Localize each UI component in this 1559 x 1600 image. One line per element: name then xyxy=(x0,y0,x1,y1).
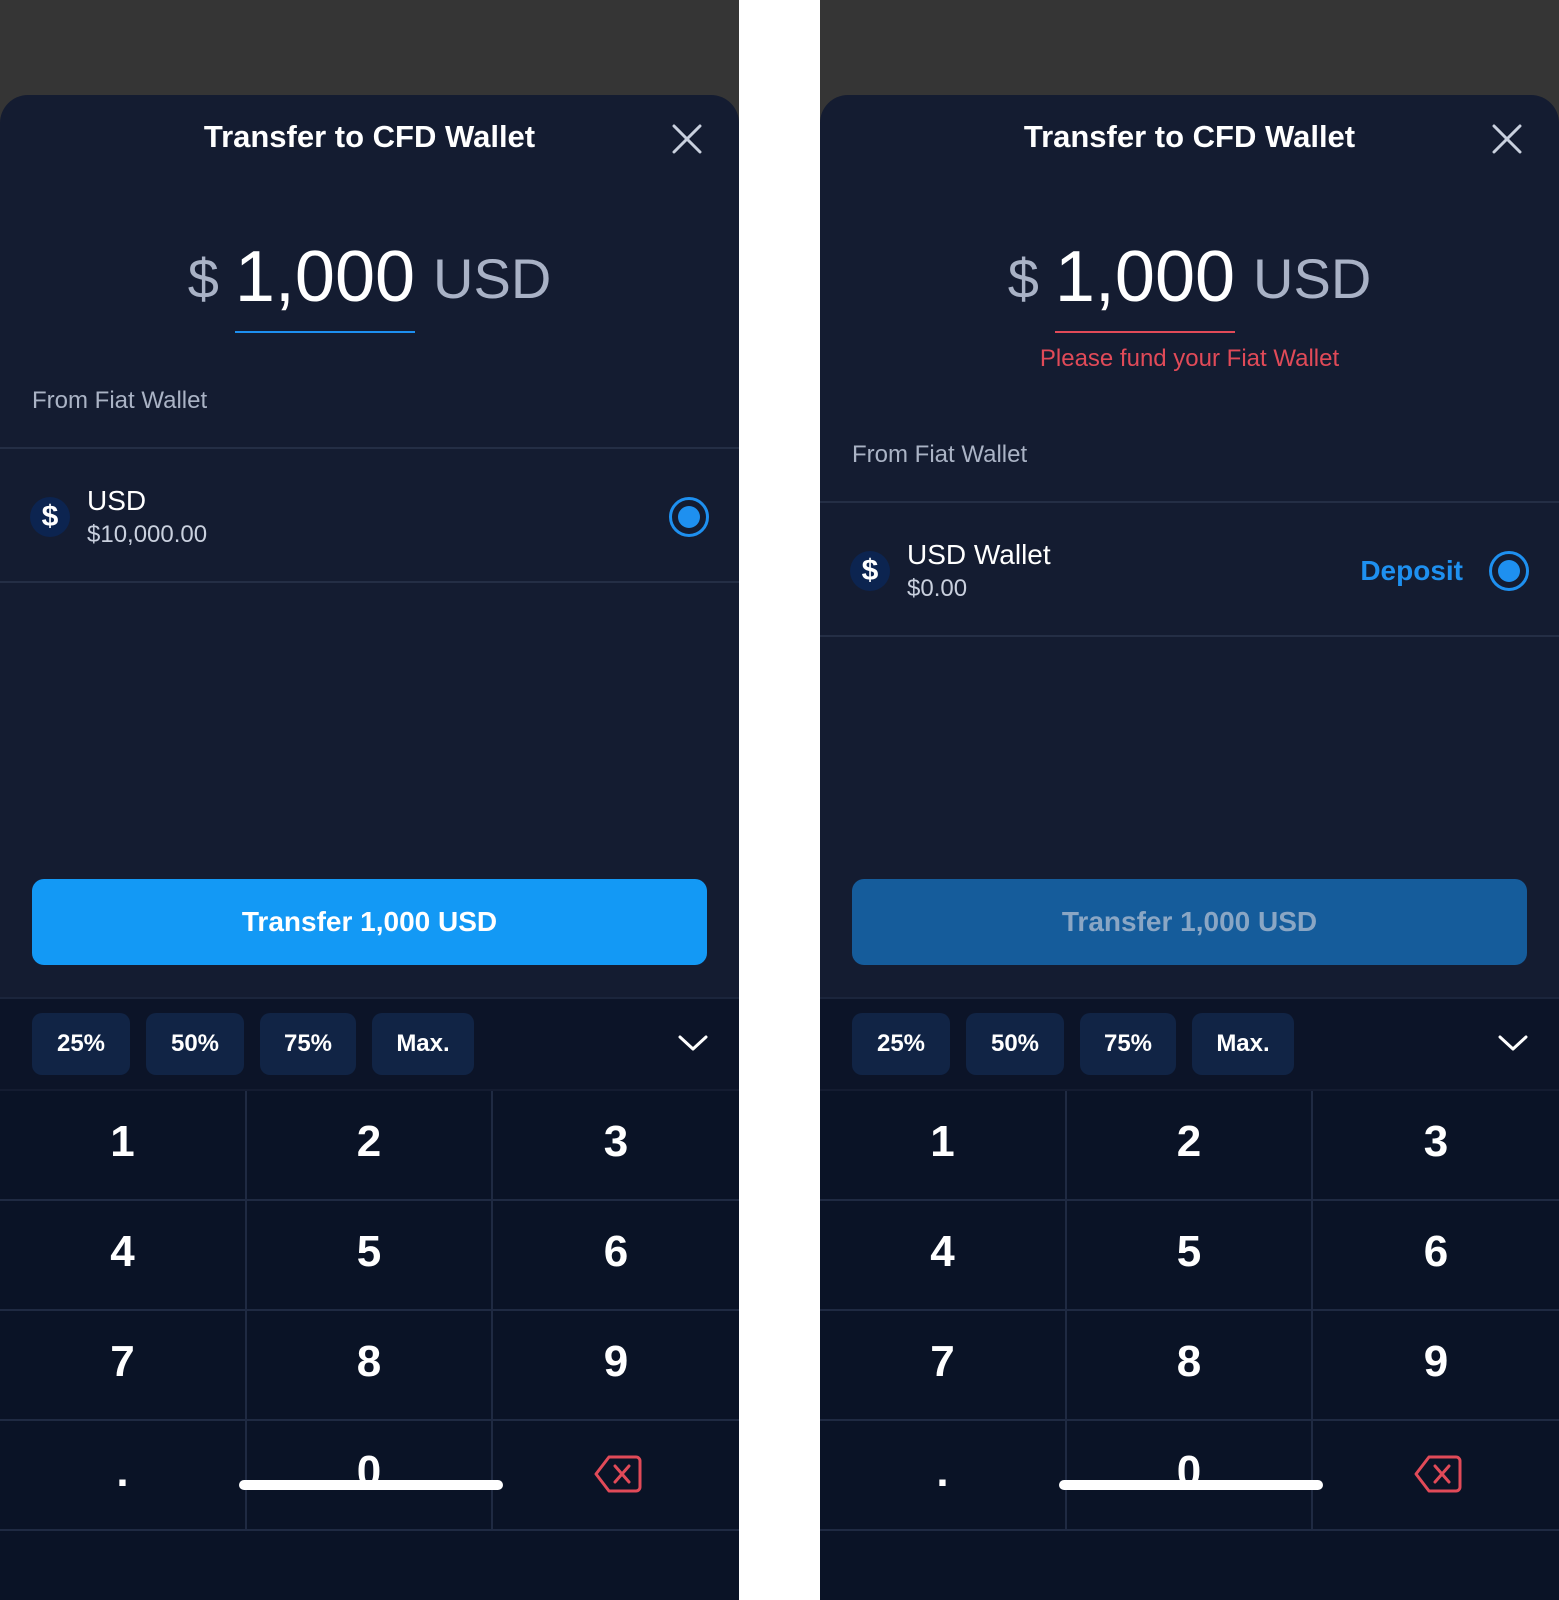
chevron-down-icon[interactable] xyxy=(677,1027,709,1059)
screenshot: Transfer to CFD Wallet $ 1,000 USD From … xyxy=(0,0,1559,1600)
numeric-keypad: 1 2 3 4 5 6 7 8 9 . 0 xyxy=(0,1091,739,1531)
key-3[interactable]: 3 xyxy=(1313,1117,1559,1167)
amount-unit: USD xyxy=(433,247,552,310)
key-1[interactable]: 1 xyxy=(0,1117,245,1167)
radio-dot xyxy=(678,506,700,528)
divider xyxy=(0,581,739,583)
quick-50-button[interactable]: 50% xyxy=(966,1013,1064,1075)
numeric-keypad: 1 2 3 4 5 6 7 8 9 . 0 xyxy=(820,1091,1559,1531)
phone-screen-left: Transfer to CFD Wallet $ 1,000 USD From … xyxy=(0,0,739,1600)
transfer-button[interactable]: Transfer 1,000 USD xyxy=(32,879,707,965)
keypad-divider xyxy=(820,1309,1559,1311)
quick-75-button[interactable]: 75% xyxy=(1080,1013,1176,1075)
key-6[interactable]: 6 xyxy=(1313,1227,1559,1277)
amount-display[interactable]: $ 1,000 USD xyxy=(0,235,739,333)
key-7[interactable]: 7 xyxy=(0,1337,245,1387)
backspace-icon[interactable] xyxy=(1414,1453,1462,1495)
key-3[interactable]: 3 xyxy=(493,1117,739,1167)
currency-symbol: $ xyxy=(1007,247,1039,310)
wallet-radio[interactable] xyxy=(669,497,709,537)
amount-underline-error xyxy=(1054,331,1236,333)
dollar-icon: $ xyxy=(850,551,890,591)
chevron-down-icon[interactable] xyxy=(1497,1027,1529,1059)
error-message: Please fund your Fiat Wallet xyxy=(1039,345,1340,372)
keypad-divider xyxy=(820,1199,1559,1201)
section-label: From Fiat Wallet xyxy=(852,441,1028,468)
sheet-title: Transfer to CFD Wallet xyxy=(1023,119,1356,154)
key-1[interactable]: 1 xyxy=(820,1117,1065,1167)
key-decimal[interactable]: . xyxy=(820,1447,1065,1497)
amount-display[interactable]: $ 1,000 USD xyxy=(820,235,1559,333)
quick-amount-bar: 25% 50% 75% Max. xyxy=(820,997,1559,1089)
keypad-divider xyxy=(820,1419,1559,1421)
quick-max-button[interactable]: Max. xyxy=(1192,1013,1294,1075)
home-indicator[interactable] xyxy=(239,1480,503,1490)
transfer-sheet: Transfer to CFD Wallet $ 1,000 USD From … xyxy=(0,95,739,1600)
wallet-option-usd[interactable]: $ USD Wallet $0.00 Deposit xyxy=(820,503,1559,635)
key-4[interactable]: 4 xyxy=(820,1227,1065,1277)
key-7[interactable]: 7 xyxy=(820,1337,1065,1387)
backspace-icon[interactable] xyxy=(594,1453,642,1495)
wallet-balance: $0.00 xyxy=(907,575,968,602)
quick-25-button[interactable]: 25% xyxy=(852,1013,950,1075)
home-area xyxy=(0,1531,739,1600)
keypad-divider xyxy=(0,1419,739,1421)
key-4[interactable]: 4 xyxy=(0,1227,245,1277)
key-6[interactable]: 6 xyxy=(493,1227,739,1277)
radio-dot xyxy=(1498,560,1520,582)
quick-50-button[interactable]: 50% xyxy=(146,1013,244,1075)
close-icon[interactable] xyxy=(671,123,703,155)
keypad-divider xyxy=(0,1309,739,1311)
phone-screen-right: Transfer to CFD Wallet $ 1,000 USD Pleas… xyxy=(820,0,1559,1600)
key-9[interactable]: 9 xyxy=(1313,1337,1559,1387)
amount-input[interactable]: 1,000 xyxy=(1055,237,1235,317)
transfer-button[interactable]: Transfer 1,000 USD xyxy=(852,879,1527,965)
key-9[interactable]: 9 xyxy=(493,1337,739,1387)
key-5[interactable]: 5 xyxy=(1067,1227,1311,1277)
quick-max-button[interactable]: Max. xyxy=(372,1013,474,1075)
dollar-icon: $ xyxy=(30,497,70,537)
transfer-sheet: Transfer to CFD Wallet $ 1,000 USD Pleas… xyxy=(820,95,1559,1600)
key-8[interactable]: 8 xyxy=(247,1337,491,1387)
amount-input-wrap[interactable]: 1,000 xyxy=(234,235,416,333)
sheet-title: Transfer to CFD Wallet xyxy=(203,119,536,154)
key-2[interactable]: 2 xyxy=(1067,1117,1311,1167)
amount-unit: USD xyxy=(1253,247,1372,310)
home-indicator[interactable] xyxy=(1059,1480,1323,1490)
wallet-name: USD Wallet xyxy=(907,539,1051,570)
quick-amount-bar: 25% 50% 75% Max. xyxy=(0,997,739,1089)
amount-input-wrap[interactable]: 1,000 xyxy=(1054,235,1236,333)
key-8[interactable]: 8 xyxy=(1067,1337,1311,1387)
wallet-radio[interactable] xyxy=(1489,551,1529,591)
amount-underline xyxy=(234,331,416,333)
key-5[interactable]: 5 xyxy=(247,1227,491,1277)
quick-25-button[interactable]: 25% xyxy=(32,1013,130,1075)
section-label: From Fiat Wallet xyxy=(32,387,208,414)
close-icon[interactable] xyxy=(1491,123,1523,155)
home-area xyxy=(820,1531,1559,1600)
key-decimal[interactable]: . xyxy=(0,1447,245,1497)
wallet-option-usd[interactable]: $ USD $10,000.00 xyxy=(0,449,739,581)
amount-input[interactable]: 1,000 xyxy=(235,237,415,317)
key-2[interactable]: 2 xyxy=(247,1117,491,1167)
keypad-divider xyxy=(0,1199,739,1201)
wallet-balance: $10,000.00 xyxy=(87,521,208,548)
currency-symbol: $ xyxy=(187,247,219,310)
quick-75-button[interactable]: 75% xyxy=(260,1013,356,1075)
deposit-link[interactable]: Deposit xyxy=(1360,555,1463,587)
divider xyxy=(820,635,1559,637)
wallet-name: USD xyxy=(87,485,147,516)
